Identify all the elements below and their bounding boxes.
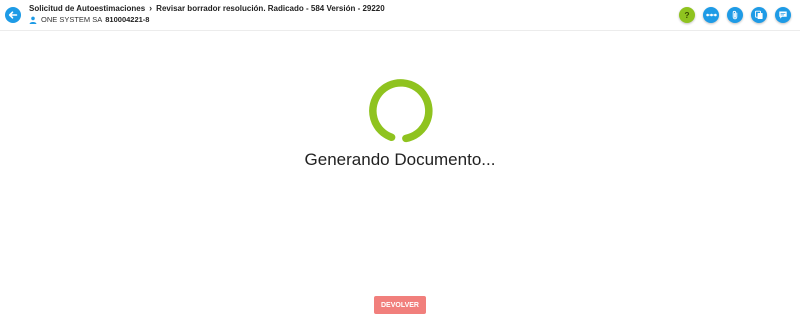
comments-icon — [779, 11, 787, 19]
copy-documents-icon — [755, 10, 763, 19]
attachment-button[interactable] — [727, 7, 743, 23]
loading-text: Generando Documento... — [304, 150, 496, 169]
loading-spinner-icon — [369, 79, 433, 143]
user-icon — [29, 16, 37, 24]
breadcrumb-item-current: Revisar borrador resolución. Radicado - … — [156, 3, 385, 13]
company-name: ONE SYSTEM SA — [41, 15, 103, 24]
toolbar: ? — [679, 7, 791, 23]
help-button[interactable]: ? — [679, 7, 695, 23]
svg-text:?: ? — [684, 10, 689, 20]
more-options-button[interactable] — [703, 7, 719, 23]
back-button[interactable] — [5, 7, 21, 23]
copy-documents-button[interactable] — [751, 7, 767, 23]
help-icon: ? — [684, 10, 689, 20]
chevron-right-icon: › — [149, 3, 153, 13]
header-bar: Solicitud de Autoestimaciones › Revisar … — [0, 0, 800, 31]
breadcrumb-item-solicitud[interactable]: Solicitud de Autoestimaciones — [29, 4, 145, 13]
more-options-icon — [705, 13, 717, 17]
devolver-button[interactable]: DEVOLVER — [374, 296, 426, 314]
arrow-left-icon — [8, 11, 18, 19]
comments-button[interactable] — [775, 7, 791, 23]
company-info: ONE SYSTEM SA 810004221-8 — [29, 15, 149, 24]
attachment-icon — [732, 10, 738, 20]
company-nit: 810004221-8 — [105, 15, 150, 24]
breadcrumb: Solicitud de Autoestimaciones › Revisar … — [29, 3, 385, 13]
